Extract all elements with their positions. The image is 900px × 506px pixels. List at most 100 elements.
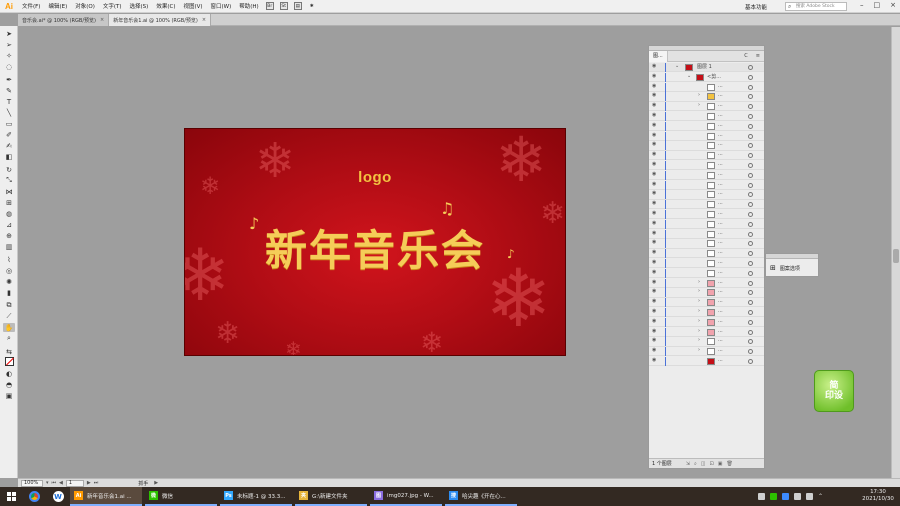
target-circle-icon[interactable] bbox=[748, 212, 753, 217]
target-circle-icon[interactable] bbox=[748, 280, 753, 286]
close-tab-icon[interactable]: × bbox=[100, 17, 104, 23]
target-circle-icon[interactable] bbox=[748, 172, 753, 178]
visibility-eye-icon[interactable]: ◉ bbox=[652, 102, 656, 108]
target-circle-icon[interactable] bbox=[748, 241, 753, 247]
target-circle-icon[interactable] bbox=[748, 163, 753, 168]
target-circle-icon[interactable] bbox=[748, 251, 753, 257]
visibility-eye-icon[interactable]: ◉ bbox=[652, 122, 656, 128]
menu-view[interactable]: 视图(V) bbox=[179, 2, 206, 10]
lasso-tool-icon[interactable]: ◌ bbox=[3, 62, 15, 71]
taskbar-app-button[interactable]: Ai 新年音乐会1.ai ... bbox=[70, 487, 142, 506]
visibility-eye-icon[interactable]: ◉ bbox=[652, 161, 656, 167]
visibility-eye-icon[interactable]: ◉ bbox=[652, 230, 656, 236]
layer-row[interactable]: ◉... bbox=[649, 131, 764, 141]
visibility-eye-icon[interactable]: ◉ bbox=[652, 132, 656, 138]
target-circle-icon[interactable] bbox=[748, 261, 753, 266]
target-circle-icon[interactable] bbox=[748, 319, 753, 325]
artboard[interactable]: ❄ ❄ ❄ ❄ ❄ ❄ ❄ ❄ ❄ logo ♪ ♫ ♪ 新年音乐会 bbox=[184, 128, 566, 356]
gpu-performance-icon[interactable]: ✱ bbox=[308, 2, 316, 10]
target-circle-icon[interactable] bbox=[748, 300, 753, 306]
pen-tool-icon[interactable]: ✒ bbox=[3, 75, 15, 84]
shield-icon[interactable] bbox=[782, 493, 789, 500]
target-circle-icon[interactable] bbox=[748, 114, 753, 119]
visibility-eye-icon[interactable]: ◉ bbox=[652, 328, 656, 334]
layer-row[interactable]: ◉... bbox=[649, 210, 764, 220]
layer-row[interactable]: ◉... bbox=[649, 180, 764, 190]
layer-row[interactable]: ◉... bbox=[649, 200, 764, 210]
visibility-eye-icon[interactable]: ◉ bbox=[652, 337, 656, 343]
target-circle-icon[interactable] bbox=[748, 94, 753, 100]
layer-row[interactable]: ◉ ›... bbox=[649, 347, 764, 357]
layer-row[interactable]: ◉... bbox=[649, 259, 764, 269]
close-tab-icon[interactable]: × bbox=[202, 17, 206, 23]
expand-chevron-icon[interactable]: › bbox=[698, 288, 700, 294]
tab-layers[interactable]: 图... bbox=[649, 50, 668, 62]
zoom-tool-icon[interactable]: ⌕ bbox=[3, 334, 15, 343]
screen-mode-icon[interactable]: ▣ bbox=[3, 391, 15, 400]
selection-tool-icon[interactable]: ➤ bbox=[3, 29, 15, 38]
visibility-eye-icon[interactable]: ◉ bbox=[652, 200, 656, 206]
pattern-options-label[interactable]: 图案选项 bbox=[780, 265, 800, 272]
visibility-eye-icon[interactable]: ◉ bbox=[652, 308, 656, 314]
layer-row[interactable]: ◉ ›... bbox=[649, 278, 764, 288]
target-circle-icon[interactable] bbox=[748, 133, 753, 139]
expand-chevron-icon[interactable]: › bbox=[698, 318, 700, 324]
target-circle-icon[interactable] bbox=[748, 359, 753, 364]
menu-type[interactable]: 文字(T) bbox=[99, 2, 126, 10]
target-circle-icon[interactable] bbox=[748, 153, 753, 159]
target-circle-icon[interactable] bbox=[748, 231, 753, 237]
visibility-eye-icon[interactable]: ◉ bbox=[652, 181, 656, 187]
menu-file[interactable]: 文件(F) bbox=[18, 2, 44, 10]
shaper-tool-icon[interactable]: ✍ bbox=[3, 141, 15, 150]
tray-app-icon[interactable] bbox=[770, 493, 777, 500]
layer-row[interactable]: ◉... bbox=[649, 112, 764, 122]
layer-row[interactable]: ◉ ›... bbox=[649, 308, 764, 318]
rectangle-tool-icon[interactable]: ▭ bbox=[3, 119, 15, 128]
locate-object-icon[interactable]: ⌕ bbox=[694, 461, 697, 467]
visibility-eye-icon[interactable]: ◉ bbox=[652, 210, 656, 216]
expand-chevron-icon[interactable]: › bbox=[698, 102, 700, 108]
blend-tool-icon[interactable]: ◎ bbox=[3, 266, 15, 275]
menu-effect[interactable]: 效果(C) bbox=[152, 2, 179, 10]
expand-chevron-icon[interactable]: ⌄ bbox=[675, 63, 679, 69]
magic-wand-tool-icon[interactable]: ✧ bbox=[3, 51, 15, 60]
mesh-tool-icon[interactable]: ⊕ bbox=[3, 231, 15, 240]
drawing-modes-icon[interactable]: ◓ bbox=[3, 380, 15, 389]
scrollbar-thumb[interactable] bbox=[893, 249, 899, 263]
new-sublayer-icon[interactable]: ⊡ bbox=[710, 461, 714, 467]
arrange-documents-icon[interactable]: ▤ bbox=[293, 2, 302, 10]
layer-row[interactable]: ◉ ›... bbox=[649, 102, 764, 112]
target-circle-icon[interactable] bbox=[748, 143, 753, 149]
target-circle-icon[interactable] bbox=[748, 123, 753, 129]
shape-builder-tool-icon[interactable]: ◍ bbox=[3, 209, 15, 218]
taskbar-app-button[interactable]: 图 img027.jpg - W... bbox=[370, 487, 442, 506]
delete-layer-icon[interactable]: 🗑 bbox=[726, 461, 732, 467]
menu-edit[interactable]: 编辑(E) bbox=[44, 2, 71, 10]
expand-chevron-icon[interactable]: › bbox=[698, 328, 700, 334]
visibility-eye-icon[interactable]: ◉ bbox=[652, 190, 656, 196]
last-artboard-icon[interactable]: ⏭ bbox=[94, 480, 99, 486]
visibility-eye-icon[interactable]: ◉ bbox=[652, 92, 656, 98]
visibility-eye-icon[interactable]: ◉ bbox=[652, 279, 656, 285]
panel-header-button[interactable]: C bbox=[740, 53, 752, 59]
stock-search-input[interactable]: ⌕ 搜索 Adobe Stock bbox=[785, 2, 847, 11]
layer-row[interactable]: ◉... bbox=[649, 161, 764, 171]
visibility-eye-icon[interactable]: ◉ bbox=[652, 141, 656, 147]
expand-chevron-icon[interactable]: › bbox=[698, 308, 700, 314]
layer-row[interactable]: ◉... bbox=[649, 151, 764, 161]
status-menu-icon[interactable]: ▶ bbox=[154, 480, 158, 486]
target-circle-icon[interactable] bbox=[748, 104, 753, 110]
tab-concert-ai[interactable]: 音乐会.ai* @ 100% (RGB/预览) × bbox=[18, 14, 110, 26]
target-circle-icon[interactable] bbox=[748, 270, 753, 276]
scale-tool-icon[interactable]: ⤡ bbox=[3, 176, 15, 185]
slice-tool-icon[interactable]: ⟋ bbox=[3, 312, 15, 321]
visibility-eye-icon[interactable]: ◉ bbox=[652, 239, 656, 245]
layer-row[interactable]: ◉... bbox=[649, 219, 764, 229]
symbol-sprayer-tool-icon[interactable]: ✺ bbox=[3, 277, 15, 286]
gradient-tool-icon[interactable]: ▥ bbox=[3, 242, 15, 251]
layer-row[interactable]: ◉... bbox=[649, 82, 764, 92]
stock-icon[interactable]: St bbox=[279, 2, 288, 10]
taskbar-app-button[interactable]: 微微信 bbox=[145, 487, 217, 506]
layer-row-root[interactable]: ◉ ⌄ 图层 1 bbox=[649, 63, 764, 73]
perspective-grid-tool-icon[interactable]: ⊿ bbox=[3, 220, 15, 229]
